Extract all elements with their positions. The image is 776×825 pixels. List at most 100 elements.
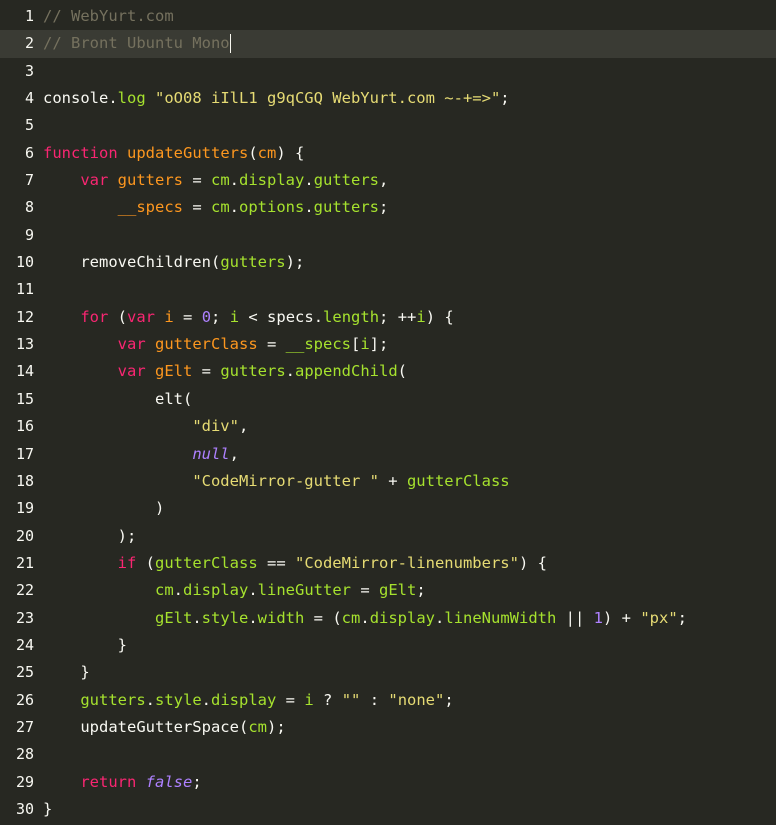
code-line[interactable]: 20 ); [0,523,776,550]
line-code[interactable]: gElt.style.width = (cm.display.lineNumWi… [43,605,776,632]
code-token: // Bront Ubuntu Mono [43,34,230,53]
code-token: ( [248,143,258,162]
code-editor[interactable]: 1 // WebYurt.com 2 // Bront Ubuntu Mono 3 4 co… [0,0,776,825]
code-line[interactable]: 28 [0,741,776,768]
line-code[interactable]: console.log "oO08 iIlL1 g9qCGQ WebYurt.c… [43,85,776,112]
line-code[interactable]: removeChildren(gutters); [43,249,776,276]
line-code[interactable]: var gutters = cm.display.gutters, [43,167,776,194]
code-token: [ [350,335,361,354]
code-line[interactable]: 30} [0,796,776,823]
code-token: style [201,608,249,627]
code-line[interactable]: 8 __specs = cm.options.gutters; [0,194,776,221]
code-line[interactable]: 26 gutters.style.display = i ? "" : "non… [0,687,776,714]
code-line[interactable]: 27 updateGutterSpace(cm); [0,714,776,741]
line-code[interactable]: "CodeMirror-gutter " + gutterClass [43,468,776,495]
line-code[interactable]: elt( [43,386,776,413]
line-code[interactable]: null, [43,441,776,468]
code-line[interactable]: 21 if (gutterClass == "CodeMirror-linenu… [0,550,776,577]
line-number: 15 [15,389,34,408]
code-token: = [351,581,379,600]
code-token: var [80,171,109,190]
line-code[interactable]: "div", [43,413,776,440]
line-code[interactable]: if (gutterClass == "CodeMirror-linenumbe… [43,550,776,577]
code-line[interactable]: 22 cm.display.lineGutter = gElt; [0,577,776,604]
code-token: gElt [379,581,417,600]
code-token: gutterClass [406,471,510,490]
code-token: ; [444,690,454,709]
code-line[interactable]: 17 null, [0,441,776,468]
line-code[interactable]: ); [43,523,776,550]
code-token: display [183,581,249,600]
code-line[interactable]: 19 ) [0,495,776,522]
line-code[interactable]: var gutterClass = __specs[i]; [43,331,776,358]
code-token: cm [210,198,230,217]
line-code[interactable]: updateGutterSpace(cm); [43,714,776,741]
code-line[interactable]: 11 [0,276,776,303]
code-line[interactable]: 7 var gutters = cm.display.gutters, [0,167,776,194]
line-code[interactable]: } [43,796,776,823]
line-number: 16 [15,417,34,436]
line-number: 12 [15,307,34,326]
line-code[interactable]: ) [43,495,776,522]
code-line[interactable]: 24 } [0,632,776,659]
code-token: ) { [425,307,454,326]
code-line[interactable]: 12 for (var i = 0; i < specs.length; ++i… [0,304,776,331]
code-token: ) { [518,553,547,572]
code-token: = [276,690,305,709]
code-token: length [323,307,380,326]
code-line[interactable]: 13 var gutterClass = __specs[i]; [0,331,776,358]
code-line[interactable]: 9 [0,222,776,249]
code-token: lineNumWidth [444,608,557,627]
line-code[interactable]: var gElt = gutters.appendChild( [43,358,776,385]
line-code[interactable]: } [43,659,776,686]
code-line[interactable]: 5 [0,112,776,139]
line-number: 27 [15,717,34,736]
code-line[interactable]: 29 return false; [0,769,776,796]
line-number: 26 [15,690,34,709]
code-line[interactable]: 1 // WebYurt.com [0,3,776,30]
code-line[interactable]: 18 "CodeMirror-gutter " + gutterClass [0,468,776,495]
line-code[interactable]: // WebYurt.com [43,3,776,30]
code-line[interactable]: 6 function updateGutters(cm) { [0,140,776,167]
code-token: "div" [192,417,239,436]
code-line[interactable]: 16 "div", [0,413,776,440]
line-code[interactable]: function updateGutters(cm) { [43,140,776,167]
line-code[interactable]: __specs = cm.options.gutters; [43,194,776,221]
code-line[interactable]: 2 // Bront Ubuntu Mono [0,30,776,58]
code-line[interactable]: 23 gElt.style.width = (cm.display.lineNu… [0,605,776,632]
code-token: ); [266,717,286,736]
line-code[interactable]: gutters.style.display = i ? "" : "none"; [43,687,776,714]
code-token: gutters [313,198,379,217]
code-line[interactable]: 3 [0,58,776,85]
code-token: < specs. [239,307,324,326]
code-token: appendChild [295,362,398,381]
code-line[interactable]: 15 elt( [0,386,776,413]
code-line[interactable]: 4 console.log "oO08 iIlL1 g9qCGQ WebYurt.… [0,85,776,112]
code-token: var [117,362,146,381]
code-token: ); [43,526,137,545]
code-token: = [182,198,211,217]
line-code[interactable]: cm.display.lineGutter = gElt; [43,577,776,604]
line-code[interactable]: // Bront Ubuntu Mono [43,30,776,57]
code-token: . [435,608,445,627]
code-token: i [360,335,370,354]
line-code[interactable]: } [43,632,776,659]
code-token: . [145,690,155,709]
code-token: gutters [313,171,380,190]
code-token: cm [341,608,361,627]
line-number: 19 [15,499,34,518]
code-token: ]; [369,335,389,354]
code-line[interactable]: 14 var gElt = gutters.appendChild( [0,358,776,385]
code-token: ) [43,499,165,518]
code-token: var [127,307,155,326]
line-code[interactable]: return false; [43,769,776,796]
code-line[interactable]: 10 removeChildren(gutters); [0,249,776,276]
code-line[interactable]: 25 } [0,659,776,686]
line-code[interactable]: for (var i = 0; i < specs.length; ++i) { [43,304,776,331]
